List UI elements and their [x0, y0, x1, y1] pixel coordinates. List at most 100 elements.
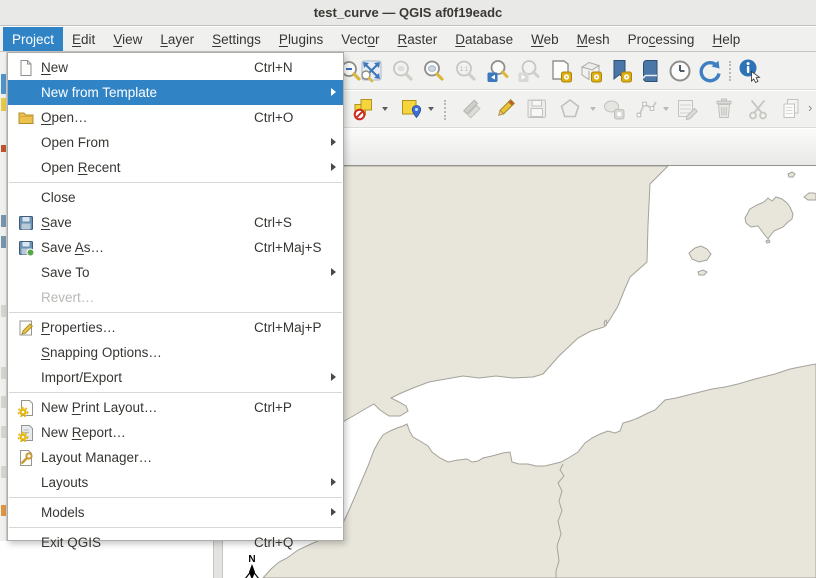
move-feature-icon[interactable] — [601, 96, 627, 122]
map-island-formentera — [698, 270, 707, 275]
toolbar-separator — [729, 61, 731, 81]
menu-project[interactable]: Project — [3, 27, 63, 51]
new-project-icon — [17, 59, 41, 77]
menu-item-save-to[interactable]: Save To — [8, 260, 343, 285]
open-folder-icon — [17, 109, 41, 127]
zoom-to-layer-icon[interactable] — [421, 58, 447, 84]
project-menu: New Ctrl+N New from Template Open… Ctrl+… — [7, 52, 344, 541]
north-arrow-label: N — [248, 554, 255, 565]
toolbar-overflow-chevron[interactable]: › — [808, 100, 812, 115]
new-report-icon — [17, 424, 41, 442]
vertex-tool-dropdown-caret[interactable] — [663, 107, 669, 111]
submenu-arrow-icon — [331, 373, 336, 381]
map-islet — [604, 320, 607, 326]
new-spatial-bookmark-icon[interactable] — [608, 58, 634, 84]
zoom-to-selection-icon[interactable] — [390, 58, 416, 84]
select-dropdown-caret[interactable] — [428, 107, 434, 111]
new-3d-map-view-icon[interactable] — [578, 58, 604, 84]
menu-item-close[interactable]: Close — [8, 185, 343, 210]
add-polygon-feature-icon[interactable] — [557, 96, 583, 122]
submenu-arrow-icon — [331, 163, 336, 171]
map-land-spain — [343, 166, 668, 422]
menu-item-new-from-template[interactable]: New from Template — [8, 80, 343, 105]
menu-settings[interactable]: Settings — [203, 27, 270, 51]
menu-separator — [9, 527, 342, 528]
menu-separator — [9, 392, 342, 393]
menu-plugins[interactable]: Plugins — [270, 27, 332, 51]
menu-separator — [9, 497, 342, 498]
menu-item-new-print-layout[interactable]: New Print Layout… Ctrl+P — [8, 395, 343, 420]
titlebar[interactable]: test_curve — QGIS af0f19eadc — [0, 0, 816, 26]
layout-manager-icon — [17, 449, 41, 467]
menu-item-layouts[interactable]: Layouts — [8, 470, 343, 495]
deselect-dropdown-caret[interactable] — [382, 107, 388, 111]
select-features-by-value-icon[interactable] — [399, 96, 425, 122]
menu-help[interactable]: Help — [703, 27, 749, 51]
menu-item-revert: Revert… — [8, 285, 343, 310]
refresh-icon[interactable] — [697, 58, 723, 84]
show-spatial-bookmarks-icon[interactable] — [637, 58, 663, 84]
window-title: test_curve — QGIS af0f19eadc — [314, 5, 503, 20]
cut-features-icon[interactable] — [745, 96, 771, 122]
delete-selected-icon[interactable] — [711, 96, 737, 122]
menu-view[interactable]: View — [104, 27, 151, 51]
zoom-last-icon[interactable] — [485, 58, 511, 84]
save-as-icon — [17, 239, 41, 257]
menu-vector[interactable]: Vector — [332, 27, 388, 51]
add-feature-dropdown-caret[interactable] — [590, 107, 596, 111]
menu-mesh[interactable]: Mesh — [568, 27, 619, 51]
qgis-window: test_curve — QGIS af0f19eadc Project Edi… — [0, 0, 816, 578]
menu-raster[interactable]: Raster — [389, 27, 447, 51]
save-icon — [17, 214, 41, 232]
menu-edit[interactable]: Edit — [63, 27, 104, 51]
current-edits-icon[interactable] — [456, 96, 482, 122]
modify-attributes-icon[interactable] — [675, 96, 701, 122]
menu-item-open[interactable]: Open… Ctrl+O — [8, 105, 343, 130]
submenu-arrow-icon — [331, 138, 336, 146]
menu-database[interactable]: Database — [446, 27, 522, 51]
north-arrow-icon: N — [245, 554, 259, 578]
toggle-editing-icon[interactable] — [492, 96, 518, 122]
menu-item-open-from[interactable]: Open From — [8, 130, 343, 155]
new-print-layout-icon — [17, 399, 41, 417]
menu-item-models[interactable]: Models — [8, 500, 343, 525]
menu-separator — [9, 312, 342, 313]
toolbar-separator — [444, 100, 446, 120]
vertex-tool-icon[interactable] — [634, 96, 660, 122]
map-islet-cabrera — [766, 240, 770, 243]
menu-item-snapping-options[interactable]: Snapping Options… — [8, 340, 343, 365]
menubar: Project Edit View Layer Settings Plugins… — [0, 27, 816, 52]
left-toolbar-sliver — [0, 52, 7, 541]
menu-processing[interactable]: Processing — [619, 27, 704, 51]
menu-layer[interactable]: Layer — [151, 27, 203, 51]
menu-item-save[interactable]: Save Ctrl+S — [8, 210, 343, 235]
submenu-arrow-icon — [331, 478, 336, 486]
menu-separator — [9, 182, 342, 183]
menu-item-layout-manager[interactable]: Layout Manager… — [8, 445, 343, 470]
zoom-full-extent-icon[interactable] — [358, 58, 384, 84]
map-island-menorca — [804, 193, 816, 200]
map-island-mallorca — [745, 197, 793, 239]
menu-item-properties[interactable]: Properties… Ctrl+Maj+P — [8, 315, 343, 340]
menu-item-exit-qgis[interactable]: Exit QGIS Ctrl+Q — [8, 530, 343, 555]
svg-text:1:1: 1:1 — [459, 66, 468, 73]
new-map-view-icon[interactable] — [548, 58, 574, 84]
properties-icon — [17, 319, 41, 337]
temporal-controller-icon[interactable] — [667, 58, 693, 84]
menu-item-import-export[interactable]: Import/Export — [8, 365, 343, 390]
zoom-next-icon[interactable] — [516, 58, 542, 84]
save-layer-edits-icon[interactable] — [524, 96, 550, 122]
submenu-arrow-icon — [331, 88, 336, 96]
menu-item-save-as[interactable]: Save As… Ctrl+Maj+S — [8, 235, 343, 260]
submenu-arrow-icon — [331, 508, 336, 516]
zoom-native-resolution-icon[interactable]: 1:1 — [453, 58, 479, 84]
identify-features-icon[interactable] — [737, 58, 763, 84]
deselect-features-icon[interactable] — [352, 96, 378, 122]
map-islet-dragonera — [788, 172, 795, 177]
submenu-arrow-icon — [331, 268, 336, 276]
menu-item-open-recent[interactable]: Open Recent — [8, 155, 343, 180]
copy-features-icon[interactable] — [778, 96, 804, 122]
menu-item-new-report[interactable]: New Report… — [8, 420, 343, 445]
menu-item-new[interactable]: New Ctrl+N — [8, 55, 343, 80]
menu-web[interactable]: Web — [522, 27, 568, 51]
